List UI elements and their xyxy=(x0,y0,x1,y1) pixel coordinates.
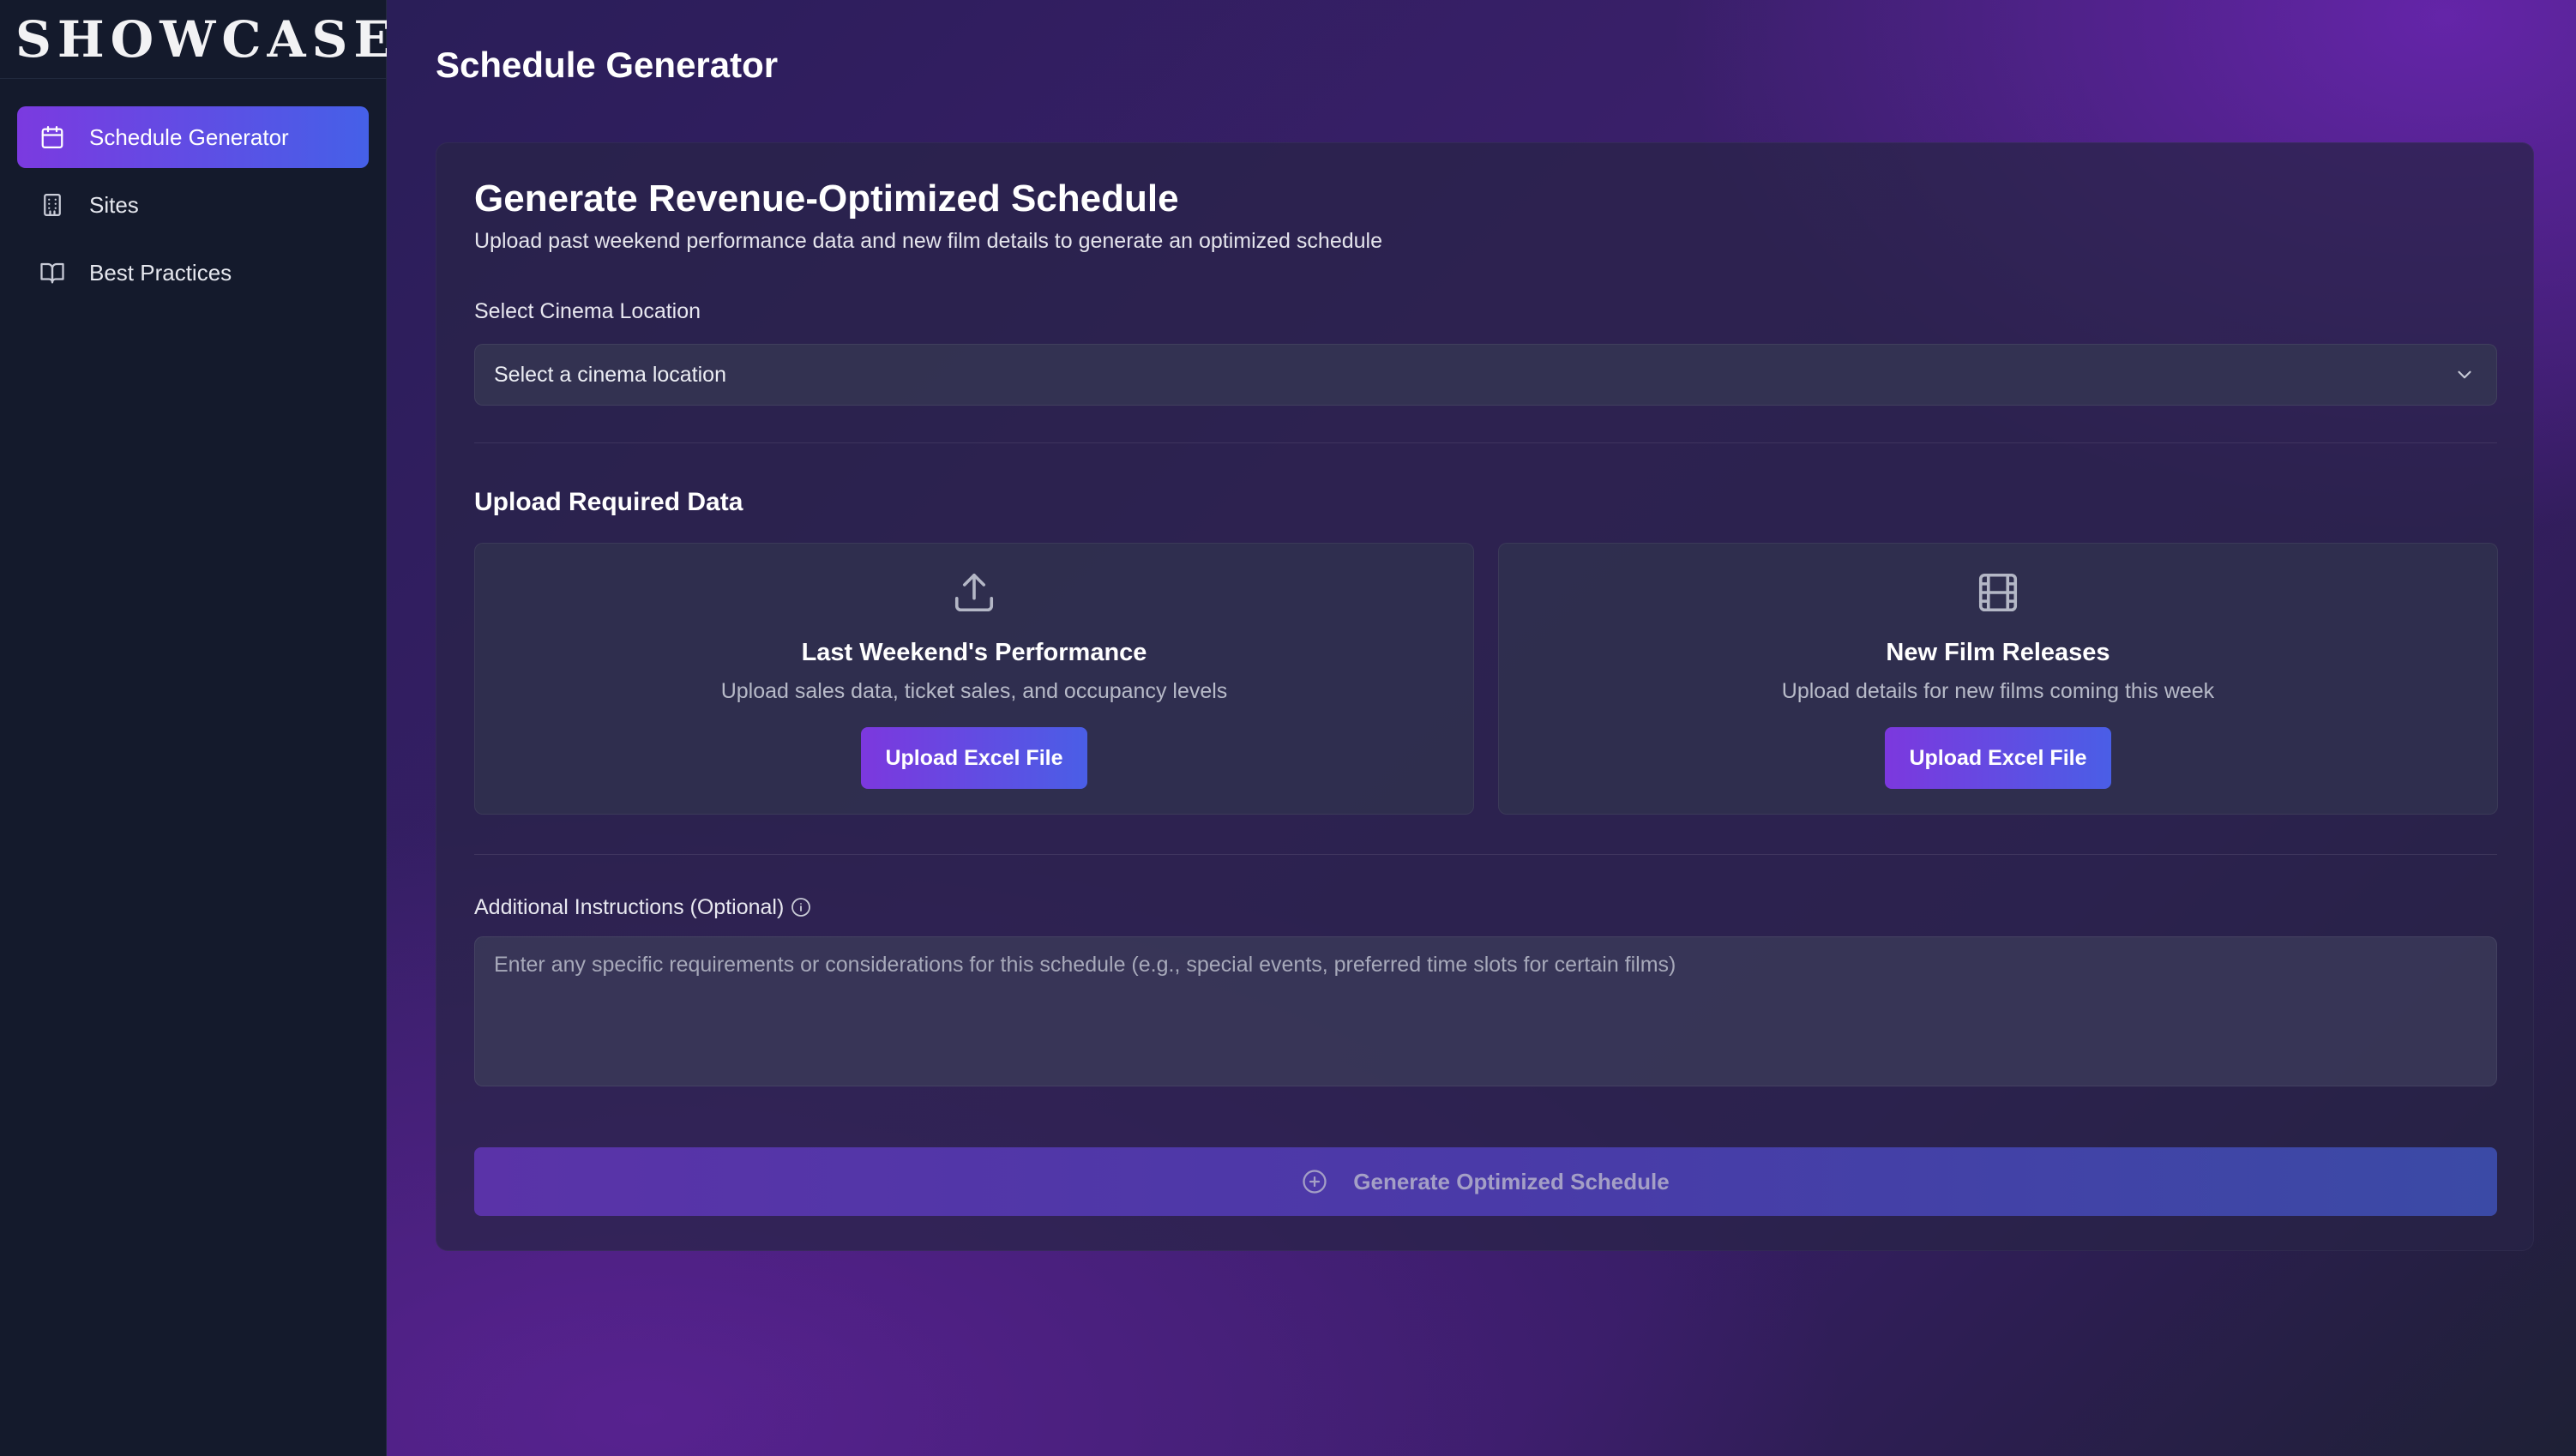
sidebar-item-best-practices[interactable]: Best Practices xyxy=(17,242,369,304)
sidebar-item-label: Sites xyxy=(89,191,139,218)
upload-title: New Film Releases xyxy=(1886,639,2110,666)
generate-schedule-button[interactable]: Generate Optimized Schedule xyxy=(474,1147,2497,1216)
instructions-label-row: Additional Instructions (Optional) xyxy=(474,895,811,920)
upload-description: Upload details for new films coming this… xyxy=(1781,679,2215,703)
upload-new-films-button[interactable]: Upload Excel File xyxy=(1885,727,2111,789)
film-icon xyxy=(1978,573,2018,612)
page-title: Schedule Generator xyxy=(436,45,779,85)
plus-circle-icon xyxy=(1303,1170,1327,1194)
calendar-icon xyxy=(39,124,65,150)
info-icon[interactable] xyxy=(791,897,811,918)
logo-area: SHOWCASE xyxy=(0,0,392,79)
divider xyxy=(474,854,2497,855)
generate-button-label: Generate Optimized Schedule xyxy=(1353,1168,1670,1194)
instructions-label: Additional Instructions (Optional) xyxy=(474,895,785,919)
chevron-down-icon xyxy=(2458,370,2471,379)
main-content: Schedule Generator Generate Revenue-Opti… xyxy=(387,0,2576,1456)
upload-description: Upload sales data, ticket sales, and occ… xyxy=(720,679,1228,703)
building-icon xyxy=(39,192,65,218)
sidebar: SHOWCASE Schedule Generator Sites Best P… xyxy=(0,0,392,1456)
location-label: Select Cinema Location xyxy=(474,299,701,323)
upload-title: Last Weekend's Performance xyxy=(801,639,1147,666)
sidebar-item-label: Schedule Generator xyxy=(89,123,289,150)
textarea-placeholder: Enter any specific requirements or consi… xyxy=(494,953,1676,977)
sidebar-item-label: Best Practices xyxy=(89,259,232,286)
sidebar-item-sites[interactable]: Sites xyxy=(17,174,369,236)
book-open-icon xyxy=(39,260,65,286)
upload-icon xyxy=(954,573,994,612)
form-subtitle: Upload past weekend performance data and… xyxy=(474,229,1382,253)
brand-logo[interactable]: SHOWCASE xyxy=(15,15,398,64)
divider xyxy=(474,442,2497,443)
upload-box-new-films: New Film Releases Upload details for new… xyxy=(1498,543,2498,815)
additional-instructions-textarea[interactable]: Enter any specific requirements or consi… xyxy=(474,936,2497,1086)
sidebar-item-schedule-generator[interactable]: Schedule Generator xyxy=(17,106,369,168)
form-title: Generate Revenue-Optimized Schedule xyxy=(474,177,1179,220)
upload-box-performance: Last Weekend's Performance Upload sales … xyxy=(474,543,1474,815)
location-select-value: Select a cinema location xyxy=(494,362,726,387)
schedule-form-card: Generate Revenue-Optimized Schedule Uplo… xyxy=(436,142,2534,1251)
cinema-location-select[interactable]: Select a cinema location xyxy=(474,344,2497,406)
upload-performance-button[interactable]: Upload Excel File xyxy=(861,727,1087,789)
sidebar-nav: Schedule Generator Sites Best Practices xyxy=(0,79,386,304)
upload-section-title: Upload Required Data xyxy=(474,488,743,516)
